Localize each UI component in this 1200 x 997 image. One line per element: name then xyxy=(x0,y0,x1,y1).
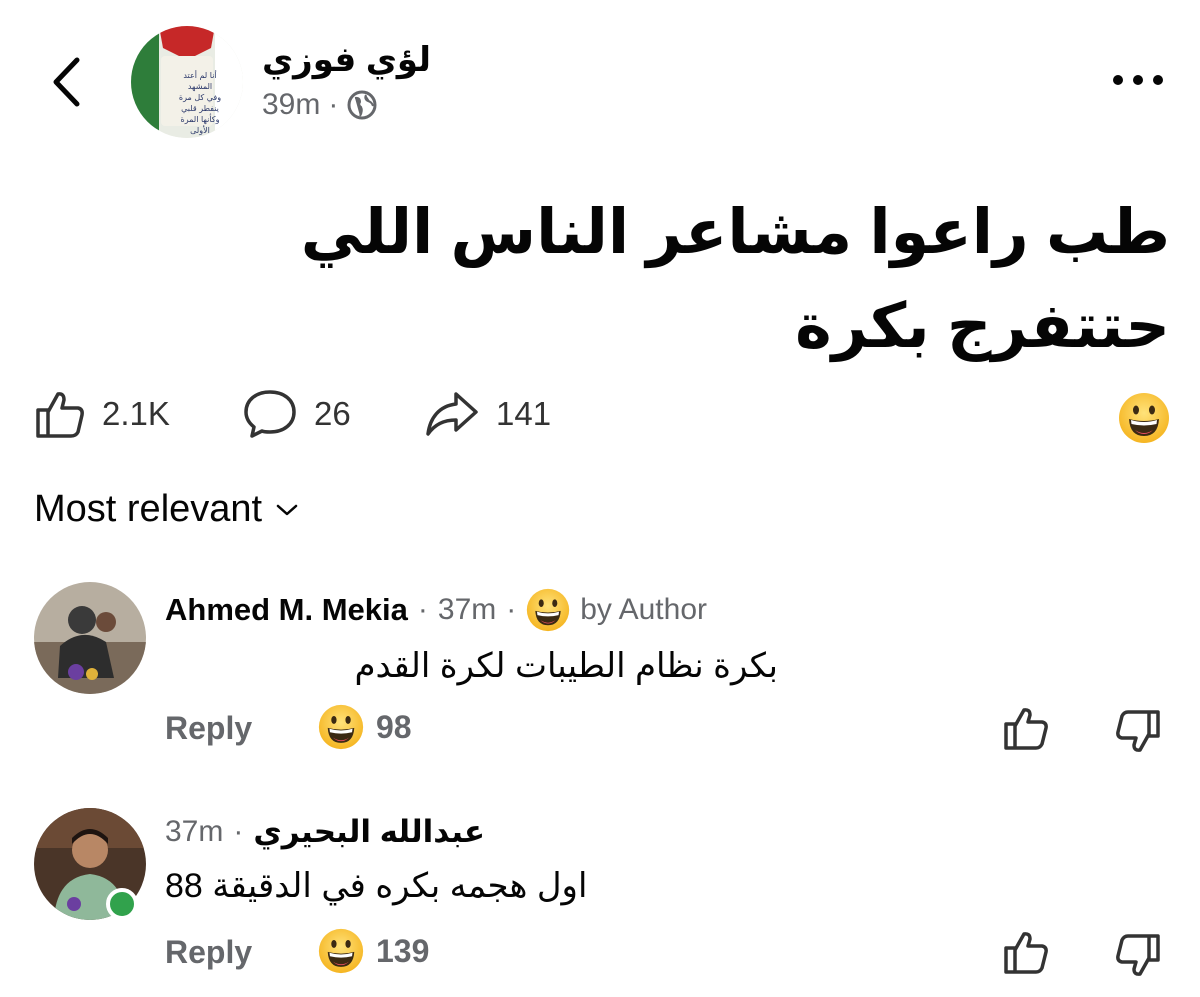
post-text: طب راعوا مشاعر الناس اللي حتتفرج بكرة xyxy=(300,198,1170,361)
meta-separator: · xyxy=(328,88,339,121)
sort-dropdown[interactable]: Most relevant xyxy=(34,488,298,531)
reply-button[interactable]: Reply xyxy=(165,934,252,971)
comment-text: بكرة نظام الطيبات لكرة القدم xyxy=(354,647,778,685)
post-meta: 39m · xyxy=(262,88,378,122)
commenter-name[interactable]: Ahmed M. Mekia xyxy=(165,592,408,628)
avatar-caption-line: وكأنها المرة xyxy=(180,115,220,124)
upvote-icon[interactable] xyxy=(1002,704,1050,752)
comment-bubble-icon xyxy=(244,390,296,438)
comment-text: اول هجمه بكره في الدقيقة 88 xyxy=(165,867,588,905)
reaction-count: 139 xyxy=(376,932,430,969)
comment-count: 26 xyxy=(314,395,351,432)
like-count: 2.1K xyxy=(102,395,170,432)
comment-header: 37m · عبدالله البحيري xyxy=(165,814,485,850)
more-options-button[interactable] xyxy=(1108,60,1168,100)
thumbs-up-icon xyxy=(36,392,84,438)
avatar-caption-line: وفي كل مرة xyxy=(178,93,222,102)
share-arrow-icon xyxy=(426,392,478,436)
reply-button[interactable]: Reply xyxy=(165,710,252,747)
post-time: 39m xyxy=(262,88,321,121)
more-horizontal-icon xyxy=(1113,75,1163,85)
downvote-icon[interactable] xyxy=(1114,708,1162,756)
comment-reactions[interactable]: 139 xyxy=(318,928,429,974)
share-button[interactable]: 141 xyxy=(424,384,551,444)
avatar-caption: أنا لم أعتد المشهد وفي كل مرة ينفطر قلبي… xyxy=(175,70,225,136)
author-reaction-badge: by Author xyxy=(580,593,708,626)
upvote-icon[interactable] xyxy=(1002,928,1050,976)
commenter-name[interactable]: عبدالله البحيري xyxy=(253,814,485,850)
comment-reactions[interactable]: 98 xyxy=(318,704,412,750)
grinning-face-icon xyxy=(318,928,364,974)
avatar-caption-line: الأولى xyxy=(190,126,210,135)
comment-header: Ahmed M. Mekia · 37m · by Author xyxy=(165,588,707,632)
reaction-count: 98 xyxy=(376,708,412,745)
sort-label: Most relevant xyxy=(34,488,263,530)
online-status-indicator xyxy=(106,888,138,920)
post-author-name[interactable]: لؤي فوزي xyxy=(262,40,431,80)
comment-time: 37m xyxy=(437,593,497,626)
avatar-image xyxy=(34,582,146,694)
globe-icon xyxy=(347,90,377,120)
comment-time: 37m xyxy=(165,815,224,848)
chevron-left-icon xyxy=(53,57,80,107)
meta-separator: · xyxy=(506,593,517,626)
share-count: 141 xyxy=(496,395,552,432)
like-button[interactable]: 2.1K xyxy=(34,384,170,444)
grinning-face-icon[interactable] xyxy=(1118,392,1170,444)
downvote-icon[interactable] xyxy=(1114,932,1162,980)
author-avatar[interactable]: أنا لم أعتد المشهد وفي كل مرة ينفطر قلبي… xyxy=(131,26,243,138)
chevron-down-icon xyxy=(276,504,298,515)
meta-separator: · xyxy=(417,593,428,626)
meta-separator: · xyxy=(233,815,244,848)
comment-button[interactable]: 26 xyxy=(242,384,351,444)
commenter-avatar[interactable] xyxy=(34,582,146,694)
back-button[interactable] xyxy=(38,50,94,114)
avatar-caption-line: ينفطر قلبي xyxy=(181,104,219,113)
avatar-caption-line: المشهد xyxy=(187,82,213,91)
grinning-face-icon xyxy=(527,588,570,632)
avatar-caption-line: أنا لم أعتد xyxy=(183,71,217,80)
grinning-face-icon xyxy=(318,704,364,750)
